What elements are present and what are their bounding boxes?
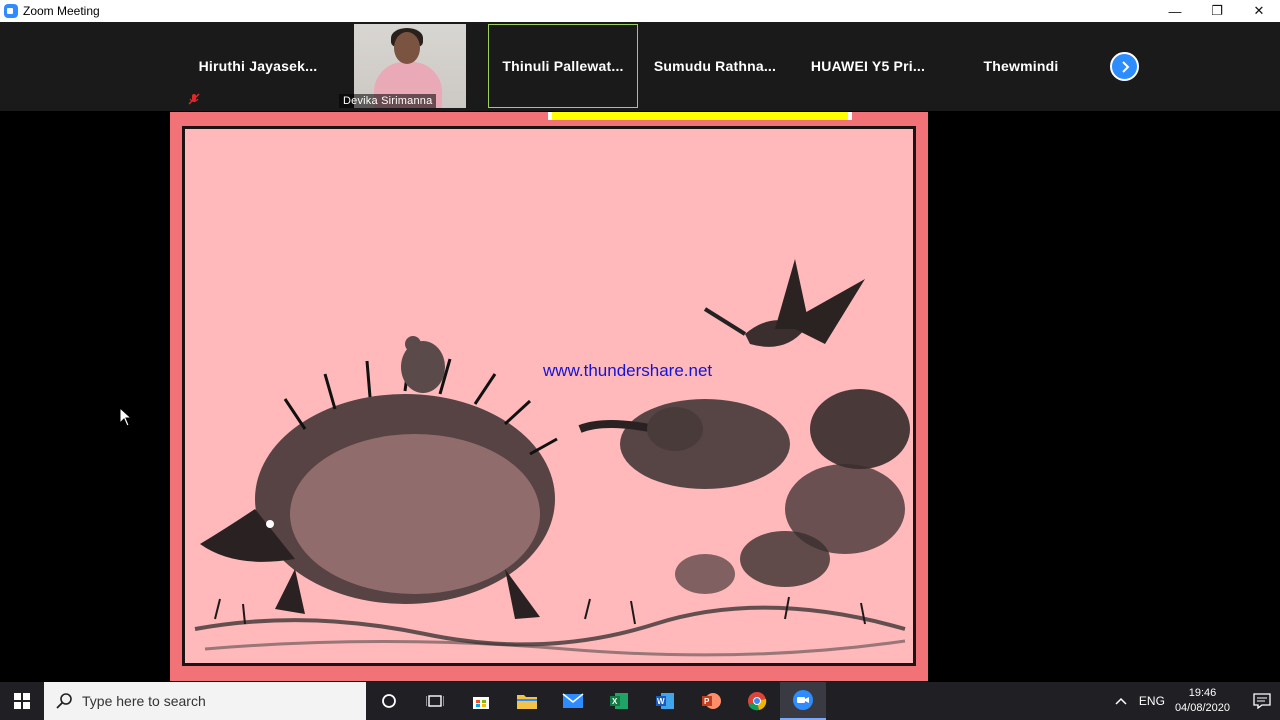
excel-icon[interactable]: X [596, 682, 642, 720]
participant-tile[interactable]: Thewmindi [946, 24, 1096, 108]
participant-name: Hiruthi Jayasek... [198, 58, 318, 74]
file-explorer-icon[interactable] [504, 682, 550, 720]
notification-icon [1253, 693, 1271, 709]
word-icon[interactable]: W [642, 682, 688, 720]
next-page-button[interactable] [1110, 52, 1139, 81]
mail-icon[interactable] [550, 682, 596, 720]
close-button[interactable]: ✕ [1238, 0, 1280, 22]
taskbar-clock[interactable]: 19:46 04/08/2020 [1175, 686, 1230, 716]
muted-mic-icon [188, 93, 200, 105]
zoom-icon [4, 4, 18, 18]
clock-date: 04/08/2020 [1174, 702, 1230, 714]
participant-name: Sumudu Rathna... [653, 58, 777, 74]
store-icon[interactable] [458, 682, 504, 720]
cortana-icon[interactable] [366, 682, 412, 720]
participant-tile-active-speaker[interactable]: Thinuli Pallewat... [488, 24, 659, 108]
window-controls: — ❐ ✕ [1154, 0, 1280, 22]
taskbar-search-box[interactable]: Type here to search [44, 682, 366, 720]
mouse-cursor-icon [119, 407, 131, 427]
svg-text:W: W [657, 697, 665, 706]
search-icon [56, 693, 72, 709]
clock-time: 19:46 [1188, 687, 1217, 699]
svg-text:X: X [612, 697, 618, 706]
restore-button[interactable]: ❐ [1196, 0, 1238, 22]
participant-name: Thinuli Pallewat... [502, 58, 624, 74]
share-indicator-bar [548, 112, 852, 120]
system-tray: ENG 19:46 04/08/2020 [1115, 682, 1280, 720]
chevron-up-icon[interactable] [1115, 697, 1127, 705]
start-button[interactable] [0, 682, 44, 720]
participant-gallery: Hiruthi Jayasek... Devika Sirimanna Thin… [0, 22, 1280, 111]
zoom-taskbar-icon[interactable] [780, 682, 826, 720]
window-title: Zoom Meeting [23, 4, 100, 18]
participant-name: Thewmindi [983, 58, 1059, 74]
minimize-button[interactable]: — [1154, 0, 1196, 22]
participant-tile[interactable]: Hiruthi Jayasek... [183, 24, 333, 108]
participant-tile[interactable]: Sumudu Rathna... [640, 24, 790, 108]
slide-frame: www.thundershare.net [182, 126, 916, 666]
notification-center-button[interactable] [1244, 693, 1280, 709]
search-placeholder: Type here to search [82, 693, 206, 709]
participant-name: HUAWEI Y5 Pri... [810, 58, 926, 74]
task-view-icon[interactable] [412, 682, 458, 720]
participant-tile[interactable]: HUAWEI Y5 Pri... [793, 24, 943, 108]
title-bar: Zoom Meeting — ❐ ✕ [0, 0, 1280, 22]
participant-name: Devika Sirimanna [339, 94, 437, 108]
participant-video-tile[interactable]: Devika Sirimanna [339, 24, 466, 108]
input-language[interactable]: ENG [1139, 694, 1165, 708]
story-illustration [194, 259, 910, 657]
chevron-right-icon [1121, 60, 1129, 73]
powerpoint-icon[interactable]: P [688, 682, 734, 720]
shared-screen: www.thundershare.net [170, 112, 928, 681]
chrome-icon[interactable] [734, 682, 780, 720]
svg-text:P: P [704, 697, 710, 706]
watermark-text: www.thundershare.net [543, 361, 713, 380]
windows-logo-icon [14, 693, 30, 709]
windows-taskbar: Type here to search X W P ENG 19:46 04/0… [0, 682, 1280, 720]
